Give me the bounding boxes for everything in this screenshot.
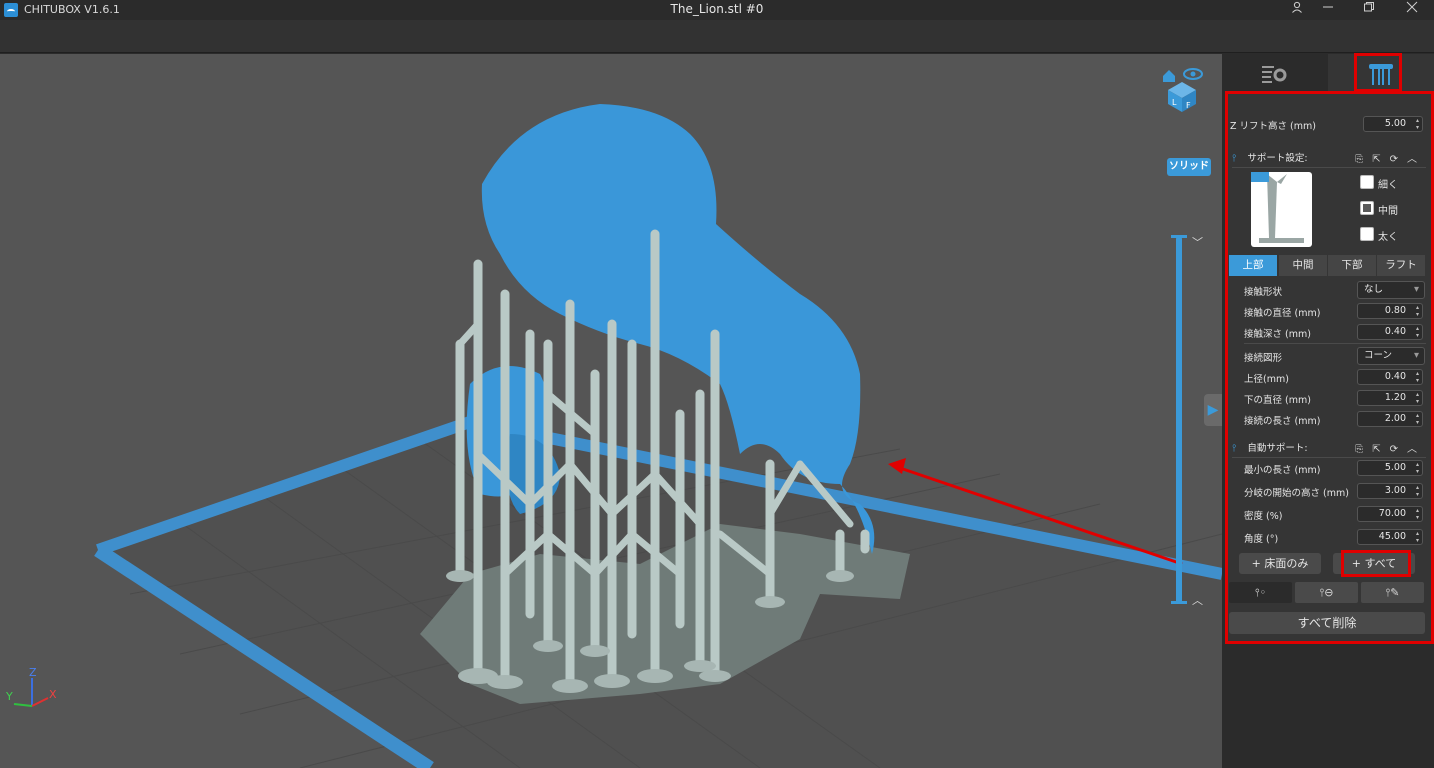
- menu-bar: [0, 20, 1434, 53]
- settings-icon: [1262, 66, 1287, 83]
- render-mode-button[interactable]: ソリッド: [1167, 158, 1211, 176]
- view-cube-icon[interactable]: L F: [1160, 66, 1204, 112]
- close-icon[interactable]: [1397, 0, 1427, 20]
- svg-text:L: L: [1172, 98, 1177, 107]
- svg-text:F: F: [1186, 101, 1191, 110]
- axis-y-label: Y: [6, 690, 13, 703]
- 3d-viewport[interactable]: L F ソリッド ﹀ ︿ ▶ Z X Y: [0, 54, 1222, 768]
- axes-indicator: Z X Y: [6, 666, 66, 712]
- title-bar: CHITUBOX V1.6.1 The_Lion.stl #0: [0, 0, 1434, 20]
- highlight-support-panel: [1225, 91, 1434, 644]
- scene-render: [94, 104, 1222, 768]
- panel-toggle-button[interactable]: ▶: [1204, 394, 1222, 426]
- layer-slider-top-handle[interactable]: [1171, 235, 1187, 238]
- document-title: The_Lion.stl #0: [670, 2, 764, 16]
- tab-print-settings[interactable]: [1222, 54, 1328, 92]
- axis-x-label: X: [49, 688, 57, 701]
- layer-slider-track[interactable]: [1176, 236, 1182, 604]
- minimize-icon[interactable]: [1313, 0, 1343, 20]
- user-icon[interactable]: [1282, 0, 1312, 20]
- sidebar-tabs: [1222, 54, 1434, 92]
- axis-z-label: Z: [29, 666, 37, 679]
- chevron-down-icon[interactable]: ﹀: [1192, 234, 1203, 250]
- layer-slider-bottom-handle[interactable]: [1171, 601, 1187, 604]
- chevron-up-icon[interactable]: ︿: [1192, 592, 1203, 608]
- restore-icon[interactable]: [1354, 0, 1384, 20]
- highlight-support-tab: [1354, 53, 1402, 92]
